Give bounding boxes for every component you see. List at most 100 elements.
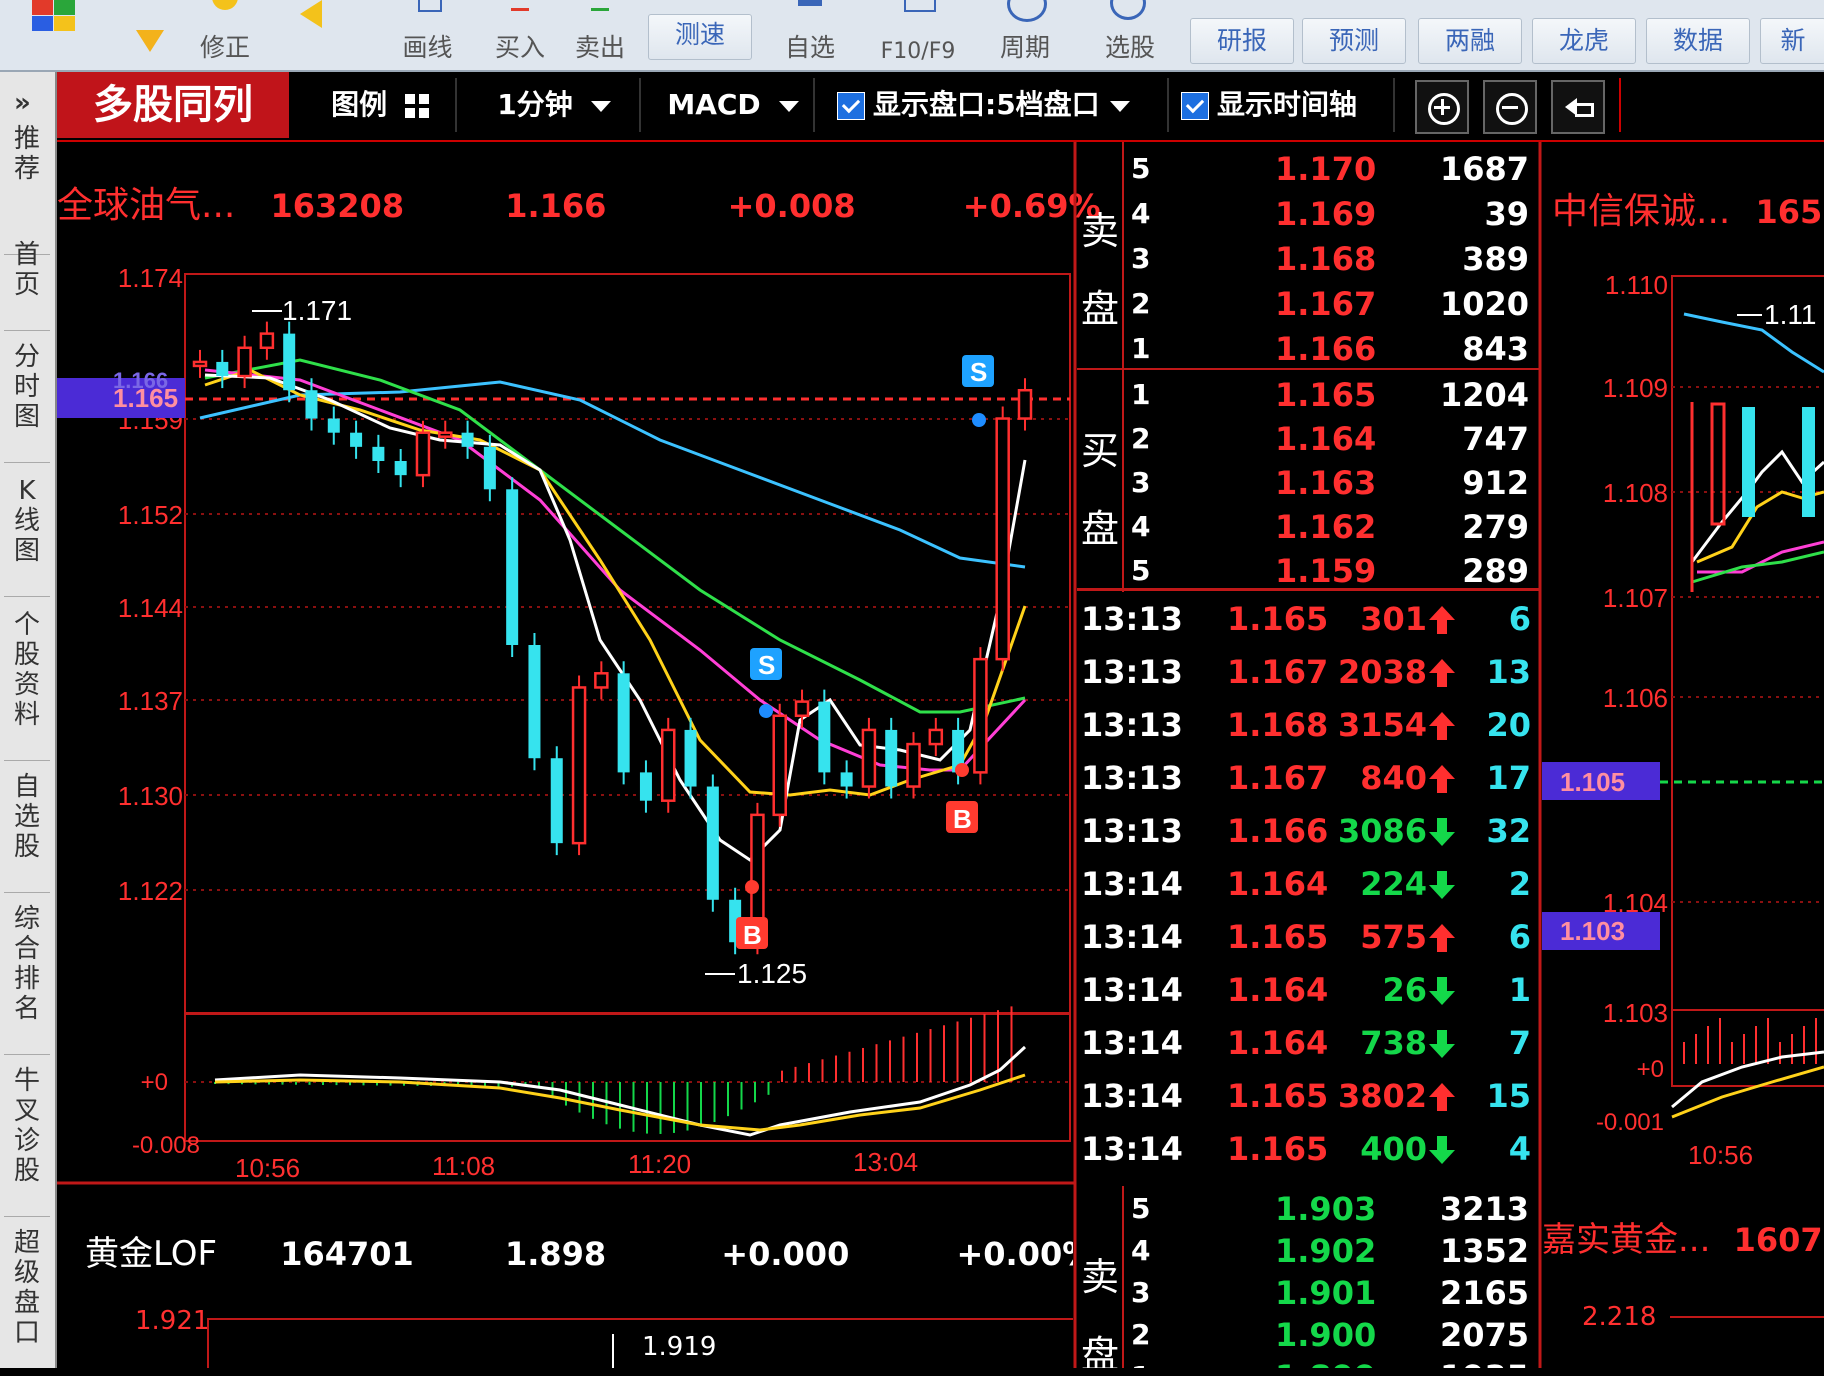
- margin-button[interactable]: 两融: [1418, 18, 1522, 64]
- legend-button[interactable]: 图例: [305, 78, 457, 132]
- show-book-toggle[interactable]: 显示盘口:5档盘口: [837, 78, 1169, 132]
- zoom-in-button[interactable]: [1415, 80, 1469, 134]
- back-button[interactable]: [1551, 80, 1605, 134]
- sidebar-item-profile[interactable]: 个股资料: [4, 602, 50, 761]
- macd-dif-line: [1671, 1050, 1824, 1109]
- toolbar-item-screener[interactable]: 选股: [1090, 0, 1170, 68]
- minus-icon: [1502, 106, 1518, 109]
- show-book-label: 显示盘口:5档盘口: [873, 88, 1100, 121]
- sidebar-item-my-stocks[interactable]: 自选股: [4, 764, 50, 893]
- indicator-select[interactable]: MACD: [653, 78, 815, 132]
- stock-name[interactable]: 全球油气...: [57, 185, 235, 226]
- book-level: 3: [1131, 466, 1151, 499]
- stock-name[interactable]: 黄金LOF: [85, 1234, 217, 1274]
- book-row[interactable]: 3 1.163 912: [1123, 462, 1539, 502]
- arrow-up-icon: [1437, 620, 1447, 634]
- toolbar-item-back[interactable]: [290, 0, 350, 68]
- sidebar-item-diagnosis[interactable]: 牛叉诊股: [4, 1058, 50, 1217]
- book-volume: 279: [1462, 508, 1529, 546]
- high-label: 1.919: [642, 1332, 717, 1362]
- chart-left-frame: [207, 1318, 209, 1368]
- tab-multi-stock[interactable]: 多股同列: [57, 72, 289, 138]
- dragon-tiger-button[interactable]: 龙虎: [1532, 18, 1636, 64]
- book-price: 1.902: [1275, 1232, 1377, 1270]
- toolbar-item-fix[interactable]: 修正: [190, 0, 260, 68]
- tick-row[interactable]: 13:13 1.168 3154 20: [1077, 706, 1539, 750]
- book-row[interactable]: 4 1.902 1352: [1123, 1230, 1539, 1270]
- show-timeline-toggle[interactable]: 显示时间轴: [1181, 78, 1395, 132]
- book-row[interactable]: 3 1.901 2165: [1123, 1272, 1539, 1312]
- stock-name[interactable]: 嘉实黄金...: [1542, 1220, 1710, 1260]
- tick-list[interactable]: 13:13 1.165 301 6 13:13 1.167 2038 13 13:1…: [1077, 592, 1539, 1182]
- book-row[interactable]: 2 1.167 1020: [1123, 283, 1539, 323]
- grid-icon: [404, 94, 429, 118]
- tick-count: 20: [1486, 706, 1531, 744]
- toolbar-item-flag[interactable]: [20, 0, 90, 68]
- research-button[interactable]: 研报: [1190, 18, 1294, 64]
- toolbar-item-draw[interactable]: 画线: [390, 0, 465, 68]
- book-row[interactable]: 4 1.162 279: [1123, 506, 1539, 546]
- stock-code: 16071: [1733, 1221, 1824, 1259]
- sidebar-item-home[interactable]: 首页: [4, 232, 50, 331]
- data-button[interactable]: 数据: [1646, 18, 1750, 64]
- candlestick-chart-2[interactable]: 1.1101.1091.1081.1071.1061.1041.103 1.10…: [1542, 142, 1824, 1182]
- tick-price: 1.168: [1227, 706, 1329, 744]
- tick-volume: 301: [1360, 600, 1427, 638]
- book-level: 1: [1131, 1360, 1150, 1368]
- toolbar-item-watchlist[interactable]: 自选: [770, 0, 850, 68]
- tick-row[interactable]: 13:14 1.164 738 7: [1077, 1024, 1539, 1068]
- tick-row[interactable]: 13:14 1.165 400 4: [1077, 1130, 1539, 1174]
- tick-row[interactable]: 13:14 1.165 575 6: [1077, 918, 1539, 962]
- tick-row[interactable]: 13:13 1.166 3086 32: [1077, 812, 1539, 856]
- book-row[interactable]: 5 1.903 3213: [1123, 1188, 1539, 1228]
- tick-row[interactable]: 13:13 1.167 840 17: [1077, 759, 1539, 803]
- book-row[interactable]: 1 1.166 843: [1123, 328, 1539, 368]
- book-row[interactable]: 2 1.164 747: [1123, 418, 1539, 458]
- toolbar-item-period[interactable]: 周期: [985, 0, 1065, 68]
- panel-4-header: 嘉实黄金... 16071: [1542, 1212, 1824, 1261]
- tick-row[interactable]: 13:14 1.165 3802 15: [1077, 1077, 1539, 1121]
- speed-test-button[interactable]: 测速: [648, 14, 752, 60]
- tick-volume: 3154: [1337, 706, 1427, 744]
- book-row[interactable]: 5 1.159 289: [1123, 550, 1539, 590]
- zoom-out-button[interactable]: [1483, 80, 1537, 134]
- tick-row[interactable]: 13:14 1.164 224 2: [1077, 865, 1539, 909]
- book-row[interactable]: 5 1.170 1687: [1123, 148, 1539, 188]
- book-row[interactable]: 4 1.169 39: [1123, 193, 1539, 233]
- book-row[interactable]: 2 1.900 2075: [1123, 1314, 1539, 1354]
- toolbar-label: 研报: [1216, 26, 1267, 55]
- stock-change: +0.000: [721, 1235, 850, 1273]
- toolbar-label: 修正: [199, 33, 250, 62]
- tick-row[interactable]: 13:13 1.167 2038 13: [1077, 653, 1539, 697]
- toolbar-label: 画线: [402, 33, 453, 62]
- book-row[interactable]: 1 1.165 1204: [1123, 374, 1539, 414]
- panel-3-header: 黄金LOF 164701 1.898 +0.000 +0.00%: [85, 1226, 1073, 1275]
- chevron-right-icon[interactable]: »: [14, 88, 31, 118]
- sidebar-item-intraday[interactable]: 分时图: [4, 334, 50, 463]
- tick-count: 7: [1508, 1024, 1531, 1062]
- sidebar-item-kline[interactable]: K线图: [4, 468, 50, 597]
- tick-price: 1.165: [1227, 1130, 1329, 1168]
- forecast-button[interactable]: 预测: [1302, 18, 1406, 64]
- toolbar-item-down[interactable]: [120, 0, 180, 68]
- sidebar-item-label: 自选股: [13, 772, 40, 862]
- period-select[interactable]: 1分钟: [469, 78, 641, 132]
- tick-time: 13:14: [1081, 971, 1183, 1009]
- toolbar-label: 买入: [494, 33, 545, 62]
- toolbar-item-buy[interactable]: 买入: [485, 0, 555, 68]
- sidebar-item-super-book[interactable]: 超级盘口: [4, 1220, 50, 1376]
- book-row[interactable]: 3 1.168 389: [1123, 238, 1539, 278]
- toolbar-item-f10[interactable]: F10/F9: [868, 0, 968, 68]
- new-button[interactable]: 新: [1760, 18, 1824, 64]
- book-volume: 39: [1484, 195, 1529, 233]
- back-arrow-icon: [300, 0, 322, 28]
- tick-row[interactable]: 13:14 1.164 26 1: [1077, 971, 1539, 1015]
- book-row[interactable]: 1 1.899 1935: [1123, 1356, 1539, 1368]
- toolbar-label: 卖出: [574, 33, 625, 62]
- book-level: 2: [1131, 422, 1151, 455]
- tick-row[interactable]: 13:13 1.165 301 6: [1077, 600, 1539, 644]
- tick-price: 1.164: [1227, 865, 1329, 903]
- sidebar-item-label: 牛叉诊股: [13, 1066, 40, 1186]
- toolbar-item-sell[interactable]: 卖出: [565, 0, 635, 68]
- sidebar-item-ranking[interactable]: 综合排名: [4, 896, 50, 1055]
